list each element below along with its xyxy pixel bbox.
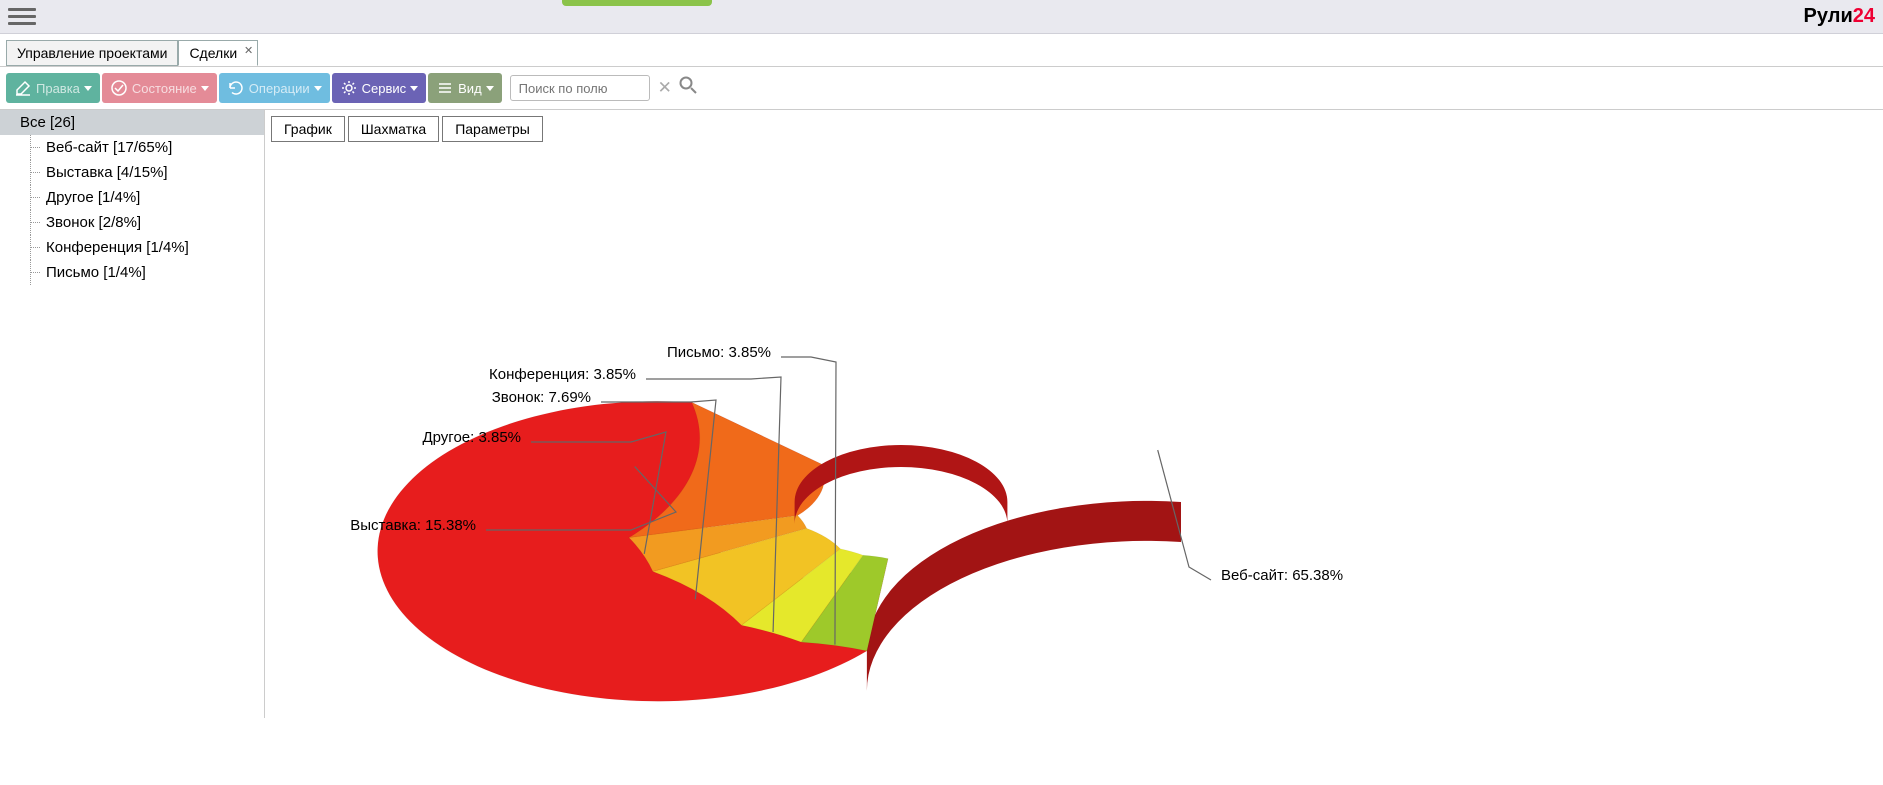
chevron-down-icon — [486, 86, 494, 91]
chevron-down-icon — [201, 86, 209, 91]
sub-tabs: График Шахматка Параметры — [271, 116, 1877, 142]
sidebar-tree: Все [26] Веб-сайт [17/65%] Выставка [4/1… — [0, 110, 265, 718]
tree-label: Другое [1/4%] — [46, 189, 140, 206]
tree-label: Веб-сайт [17/65%] — [46, 139, 172, 156]
content-area: График Шахматка Параметры Веб-сайт: 65.3… — [265, 110, 1883, 718]
status-button[interactable]: Состояние — [102, 73, 217, 103]
button-label: Правка — [36, 81, 80, 96]
toolbar: Правка Состояние Операции Сервис Вид ✕ — [0, 66, 1883, 109]
subtab-params[interactable]: Параметры — [442, 116, 543, 142]
pie-label: Письмо: 3.85% — [667, 344, 771, 361]
chevron-down-icon — [410, 86, 418, 91]
tree-label: Конференция [1/4%] — [46, 239, 189, 256]
button-label: Операции — [249, 81, 310, 96]
main-tabs: Управление проектами Сделки ✕ — [0, 34, 1883, 66]
tab-deals[interactable]: Сделки ✕ — [178, 40, 258, 66]
tab-label: Сделки — [189, 45, 237, 61]
button-label: Состояние — [132, 81, 197, 96]
edit-icon — [14, 79, 32, 97]
pie-chart: Веб-сайт: 65.38% Выставка: 15.38% Другое: … — [271, 152, 1877, 712]
tree-item[interactable]: Веб-сайт [17/65%] — [0, 135, 264, 160]
subtab-label: Шахматка — [361, 121, 426, 137]
operations-button[interactable]: Операции — [219, 73, 330, 103]
chevron-down-icon — [84, 86, 92, 91]
tree-item[interactable]: Выставка [4/15%] — [0, 160, 264, 185]
brand-logo: Рули24 — [1804, 5, 1875, 28]
brand-name: Рули — [1804, 5, 1853, 27]
tree-label: Все [26] — [20, 114, 75, 131]
subtab-label: График — [284, 121, 332, 137]
pie-label: Другое: 3.85% — [422, 429, 521, 446]
subtab-board[interactable]: Шахматка — [348, 116, 439, 142]
tree-item[interactable]: Звонок [2/8%] — [0, 210, 264, 235]
search-icon[interactable] — [678, 75, 698, 101]
pie-label: Выставка: 15.38% — [350, 517, 476, 534]
tree-item[interactable]: Письмо [1/4%] — [0, 260, 264, 285]
top-accent — [562, 0, 712, 6]
pie-svg: Веб-сайт: 65.38% Выставка: 15.38% Другое: … — [271, 152, 1571, 712]
gear-icon — [340, 79, 358, 97]
tree-root[interactable]: Все [26] — [0, 110, 264, 135]
search-input[interactable] — [510, 75, 650, 101]
pie-label: Звонок: 7.69% — [492, 389, 591, 406]
list-icon — [436, 79, 454, 97]
subtab-label: Параметры — [455, 121, 530, 137]
button-label: Вид — [458, 81, 482, 96]
refresh-icon — [227, 79, 245, 97]
brand-suffix: 24 — [1853, 5, 1875, 27]
tree-item[interactable]: Другое [1/4%] — [0, 185, 264, 210]
edit-button[interactable]: Правка — [6, 73, 100, 103]
close-icon[interactable]: ✕ — [244, 44, 253, 57]
tree-label: Письмо [1/4%] — [46, 264, 146, 281]
tree-item[interactable]: Конференция [1/4%] — [0, 235, 264, 260]
tab-label: Управление проектами — [17, 45, 167, 61]
chevron-down-icon — [314, 86, 322, 91]
pie-label: Конференция: 3.85% — [489, 366, 636, 383]
pie-label: Веб-сайт: 65.38% — [1221, 567, 1343, 584]
menu-icon[interactable] — [8, 5, 36, 29]
tab-project-management[interactable]: Управление проектами — [6, 40, 178, 66]
tree-label: Звонок [2/8%] — [46, 214, 141, 231]
button-label: Сервис — [362, 81, 407, 96]
check-circle-icon — [110, 79, 128, 97]
clear-search-icon[interactable]: ✕ — [658, 78, 672, 98]
tree-label: Выставка [4/15%] — [46, 164, 168, 181]
view-button[interactable]: Вид — [428, 73, 502, 103]
service-button[interactable]: Сервис — [332, 73, 427, 103]
subtab-chart[interactable]: График — [271, 116, 345, 142]
